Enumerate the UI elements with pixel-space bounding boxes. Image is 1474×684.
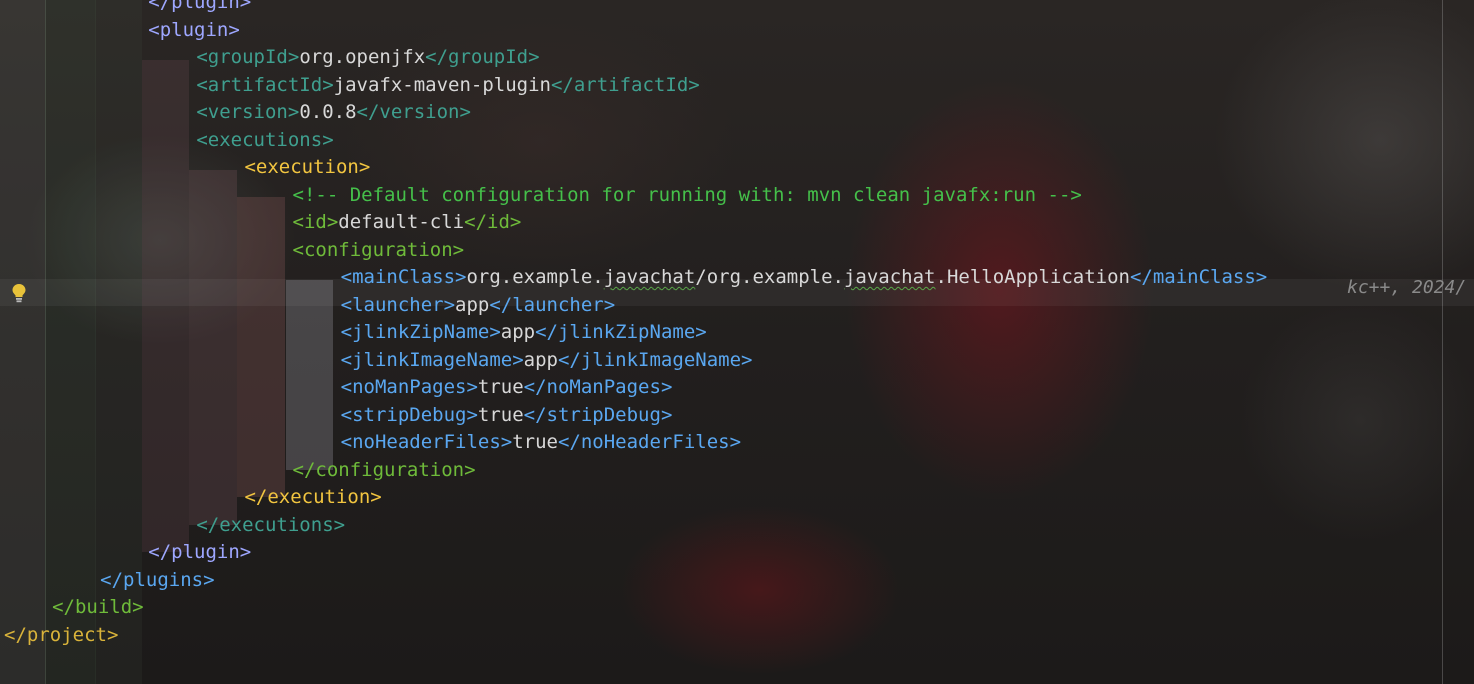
code-line[interactable]: </plugins> — [0, 567, 1267, 595]
code-token: </version> — [356, 101, 471, 123]
code-token: <execution> — [244, 156, 371, 178]
code-line[interactable]: <version>0.0.8</version> — [0, 99, 1267, 127]
code-token: </id> — [464, 211, 522, 233]
code-line[interactable]: </project> — [0, 622, 1267, 650]
code-token: org.example. — [466, 266, 604, 288]
code-line[interactable]: <plugin> — [0, 17, 1267, 45]
code-line[interactable]: </plugin> — [0, 0, 1267, 17]
code-token: <jlinkImageName> — [340, 348, 524, 371]
code-token: <jlinkZipName> — [340, 321, 501, 343]
code-line[interactable]: <executions> — [0, 127, 1267, 155]
code-line[interactable]: </executions> — [0, 512, 1267, 540]
code-token: </executions> — [196, 513, 346, 536]
code-token: app — [500, 321, 536, 343]
code-token: <configuration> — [292, 238, 465, 261]
code-token: </stripDebug> — [523, 403, 673, 426]
code-token: </plugins> — [100, 568, 215, 591]
code-line[interactable]: <artifactId>javafx-maven-plugin</artifac… — [0, 72, 1267, 100]
code-token: </plugin> — [148, 0, 252, 13]
code-line[interactable]: </plugin> — [0, 539, 1267, 567]
code-token: app — [523, 348, 558, 371]
code-token: .HelloApplication — [935, 266, 1130, 288]
code-token: <artifactId> — [196, 73, 334, 96]
lightbulb-icon[interactable] — [11, 283, 27, 303]
code-line[interactable]: <id>default-cli</id> — [0, 209, 1267, 237]
code-token: org.openjfx — [299, 46, 426, 68]
right-margin-guide — [1442, 0, 1443, 684]
code-token: true — [477, 376, 524, 398]
code-token: app — [455, 293, 490, 316]
code-line[interactable]: </build> — [0, 594, 1267, 622]
code-token: <executions> — [196, 128, 334, 151]
code-token: <version> — [196, 101, 300, 123]
code-line[interactable]: <!-- Default configuration for running w… — [0, 182, 1267, 210]
code-token: </jlinkZipName> — [535, 321, 707, 343]
code-token: </launcher> — [489, 293, 616, 316]
code-token: /org.example. — [695, 266, 844, 288]
code-token: <stripDebug> — [340, 403, 478, 426]
code-line[interactable]: <configuration> — [0, 237, 1267, 265]
code-line[interactable]: <stripDebug>true</stripDebug> — [0, 402, 1267, 430]
code-token: true — [477, 403, 524, 426]
code-line[interactable]: </configuration> — [0, 457, 1267, 485]
code-token: javachat — [843, 266, 936, 288]
code-token: <noHeaderFiles> — [340, 431, 513, 453]
git-blame-inlay: kc++, 2024/ — [1347, 277, 1467, 298]
code-token: <!-- Default configuration for running w… — [292, 183, 1082, 206]
code-line[interactable]: <execution> — [0, 154, 1267, 182]
code-token: </mainClass> — [1129, 266, 1268, 288]
code-token: </build> — [52, 596, 144, 618]
code-line[interactable]: <noManPages>true</noManPages> — [0, 374, 1267, 402]
code-token: true — [512, 431, 558, 453]
code-token: </jlinkImageName> — [557, 348, 753, 371]
code-token: default-cli — [338, 211, 465, 233]
code-token: 0.0.8 — [299, 101, 357, 123]
code-token: </artifactId> — [550, 73, 700, 96]
code-line[interactable]: <groupId>org.openjfx</groupId> — [0, 44, 1267, 72]
code-token: javafx-maven-plugin — [333, 73, 551, 96]
code-token: <id> — [292, 211, 339, 233]
code-token: <noManPages> — [340, 376, 478, 398]
code-token: </noHeaderFiles> — [557, 431, 742, 453]
code-token: javachat — [603, 266, 696, 288]
code-token: <plugin> — [148, 18, 240, 41]
code-line[interactable]: <launcher>app</launcher> — [0, 292, 1267, 320]
code-line[interactable]: <mainClass>org.example.javachat/org.exam… — [0, 264, 1268, 292]
code-token: <groupId> — [196, 46, 300, 68]
code-token: </configuration> — [292, 458, 476, 481]
code-line[interactable]: <jlinkZipName>app</jlinkZipName> — [0, 319, 1267, 347]
code-line[interactable]: </execution> — [0, 484, 1267, 512]
code-token: <launcher> — [340, 293, 456, 316]
code-token: </noManPages> — [523, 376, 673, 398]
code-token: </groupId> — [425, 46, 540, 68]
code-line[interactable]: <jlinkImageName>app</jlinkImageName> — [0, 347, 1267, 375]
code-token: </plugin> — [148, 541, 252, 563]
code-token: <mainClass> — [340, 266, 467, 288]
code-editor[interactable]: </plugin> <plugin> <groupId>org.openjfx</g… — [0, 0, 1267, 649]
code-token: </execution> — [244, 486, 382, 508]
code-line[interactable]: <noHeaderFiles>true</noHeaderFiles> — [0, 429, 1267, 457]
code-token: </project> — [4, 623, 119, 646]
